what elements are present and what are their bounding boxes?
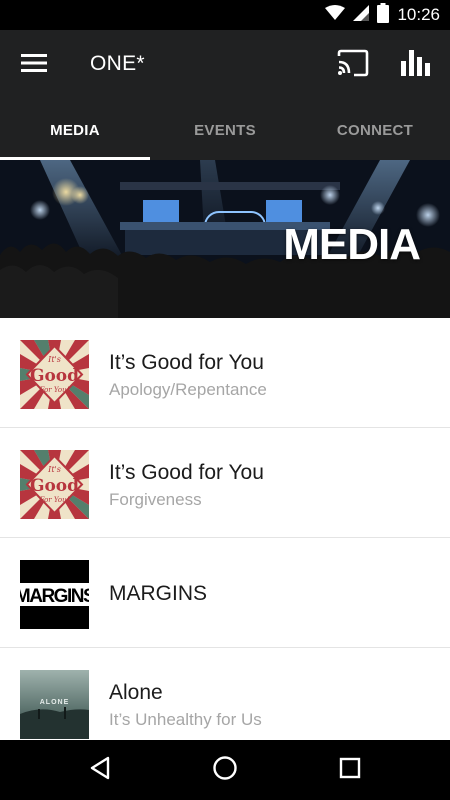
tab-bar: MEDIA EVENTS CONNECT: [0, 100, 450, 160]
stats-button[interactable]: [400, 49, 438, 81]
media-title: Alone: [109, 681, 163, 704]
media-title: MARGINS: [109, 582, 208, 605]
home-icon: [212, 755, 238, 786]
svg-text:It's: It's: [47, 465, 61, 474]
tab-events-label: EVENTS: [194, 121, 256, 139]
menu-icon: [21, 53, 47, 78]
svg-text:For You!: For You!: [39, 386, 70, 394]
list-item[interactable]: It's Good For You! It’s Good for You For…: [0, 428, 450, 538]
list-item[interactable]: ALONE Alone It’s Unhealthy for Us: [0, 648, 450, 740]
media-title: It’s Good for You: [109, 461, 264, 484]
system-nav-bar: [0, 740, 450, 800]
recents-icon: [339, 757, 361, 784]
status-icons: 10:26: [325, 0, 440, 30]
tab-events[interactable]: EVENTS: [150, 100, 300, 160]
alone-artwork-icon: ALONE: [20, 670, 89, 739]
svg-text:For You!: For You!: [39, 496, 70, 504]
status-time: 10:26: [397, 5, 440, 24]
media-subtitle: Forgiveness: [109, 490, 202, 509]
svg-text:ALONE: ALONE: [40, 699, 70, 706]
media-hero-banner: MEDIA: [0, 160, 450, 318]
recents-button[interactable]: [332, 752, 368, 788]
wifi-icon: [325, 4, 346, 26]
app-title: ONE*: [90, 52, 145, 75]
cell-signal-icon: [353, 4, 370, 26]
svg-text:MARGINS: MARGINS: [20, 586, 89, 607]
app-bar: ONE*: [0, 30, 450, 100]
tab-connect-label: CONNECT: [336, 121, 414, 139]
cast-icon: [336, 49, 370, 81]
battery-icon: [377, 2, 390, 28]
cast-button[interactable]: [336, 49, 372, 81]
home-button[interactable]: [207, 752, 243, 788]
hero-title: MEDIA: [283, 220, 421, 269]
svg-text:Good: Good: [30, 476, 79, 496]
tab-connect[interactable]: CONNECT: [300, 100, 450, 160]
margins-artwork-icon: MARGINS: [20, 560, 89, 629]
back-icon: [89, 756, 111, 785]
svg-text:It's: It's: [47, 355, 61, 364]
media-subtitle: It’s Unhealthy for Us: [109, 710, 262, 729]
bar-chart-icon: [400, 50, 434, 81]
list-item[interactable]: MARGINS MARGINS: [0, 538, 450, 648]
back-button[interactable]: [82, 752, 118, 788]
its-good-for-you-artwork-icon: It's Good For You!: [20, 340, 89, 409]
status-bar: 10:26: [0, 0, 450, 30]
svg-text:Good: Good: [30, 366, 79, 386]
tab-media-label: MEDIA: [50, 121, 100, 139]
its-good-for-you-artwork-icon: It's Good For You!: [20, 450, 89, 519]
media-list: It's Good For You! It’s Good for You Apo…: [0, 318, 450, 740]
media-title: It’s Good for You: [109, 351, 264, 374]
media-subtitle: Apology/Repentance: [109, 380, 267, 399]
menu-button[interactable]: [16, 47, 52, 83]
list-item[interactable]: It's Good For You! It’s Good for You Apo…: [0, 318, 450, 428]
tab-media[interactable]: MEDIA: [0, 100, 150, 160]
